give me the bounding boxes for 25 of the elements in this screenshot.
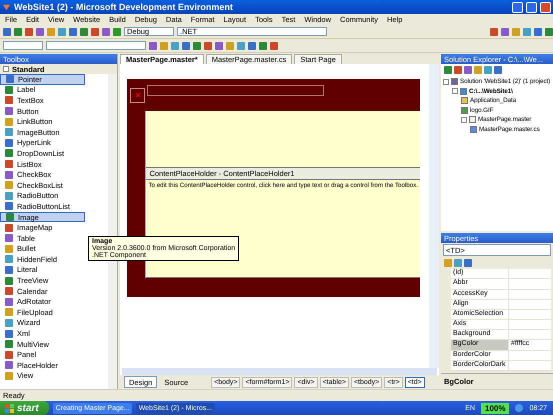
solution-icon: [451, 78, 458, 86]
style-dropdown[interactable]: [3, 41, 43, 50]
scrollbar[interactable]: [429, 64, 439, 368]
collapse-icon[interactable]: [443, 78, 449, 85]
minimize-icon[interactable]: [512, 2, 523, 12]
broken-image-icon: [130, 88, 145, 102]
app-icon: [2, 2, 11, 12]
folder-icon: [461, 97, 468, 104]
project-icon: [460, 88, 467, 95]
collapse-icon[interactable]: [3, 66, 9, 72]
play-icon[interactable]: [113, 28, 121, 36]
battery-indicator[interactable]: 100%: [481, 402, 510, 414]
collapse-icon[interactable]: [452, 88, 458, 94]
restore-icon[interactable]: [526, 2, 537, 12]
tray-icon[interactable]: [515, 404, 524, 412]
code-icon: [470, 126, 477, 133]
scrollbar[interactable]: [122, 368, 437, 376]
collapse-icon[interactable]: [461, 116, 467, 123]
window-title: WebSite1 (2) - Microsoft Development Environment: [14, 2, 234, 12]
page-icon: [469, 116, 476, 124]
start-button[interactable]: start: [0, 401, 49, 415]
windows-logo-icon: [5, 404, 14, 412]
close-icon[interactable]: [540, 2, 551, 12]
image-icon: [461, 106, 468, 114]
font-dropdown[interactable]: [46, 41, 146, 50]
